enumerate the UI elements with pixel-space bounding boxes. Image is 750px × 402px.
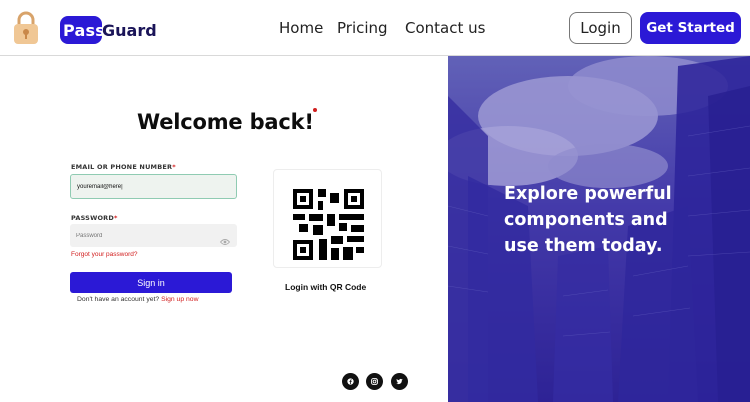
login-button[interactable]: Login — [569, 12, 632, 44]
hero-panel: Explore powerful components and use them… — [448, 56, 750, 402]
password-label-text: PASSWORD — [71, 214, 114, 222]
top-navbar: Pass Guard Home Pricing Contact us Login… — [0, 0, 750, 56]
instagram-button[interactable] — [366, 373, 383, 390]
nav-home-link[interactable]: Home — [279, 19, 323, 37]
brand-logo[interactable]: Pass Guard — [60, 16, 157, 44]
signup-prompt: Don't have an account yet? Sign up now — [77, 296, 198, 303]
email-label-text: EMAIL OR PHONE NUMBER — [71, 163, 173, 171]
login-panel: Welcome back! EMAIL OR PHONE NUMBER* PAS… — [0, 56, 448, 402]
signup-prompt-text: Don't have an account yet? — [77, 296, 160, 303]
sign-up-link[interactable]: Sign up now — [161, 296, 198, 303]
brand-name-pass: Pass — [63, 21, 105, 40]
email-field[interactable] — [70, 174, 237, 199]
hero-tagline: Explore powerful components and use them… — [504, 184, 672, 256]
brand-name-guard: Guard — [102, 21, 157, 40]
instagram-icon — [371, 378, 378, 385]
qr-code-icon — [293, 189, 364, 260]
qr-code-box[interactable] — [273, 169, 382, 268]
required-mark: * — [113, 214, 118, 222]
decorative-dot — [313, 108, 317, 112]
required-mark: * — [172, 163, 176, 171]
forgot-password-link[interactable]: Forgot your password? — [71, 251, 137, 258]
facebook-button[interactable] — [342, 373, 359, 390]
page-title: Welcome back! — [137, 110, 314, 134]
password-field-label: PASSWORD* — [71, 214, 118, 222]
twitter-icon — [396, 378, 403, 385]
padlock-logo-icon — [12, 10, 40, 46]
facebook-icon — [347, 378, 354, 385]
email-field-label: EMAIL OR PHONE NUMBER* — [71, 163, 176, 171]
password-field[interactable] — [70, 224, 237, 247]
show-password-eye-icon[interactable] — [219, 231, 231, 245]
qr-login-label: Login with QR Code — [285, 282, 367, 292]
nav-contact-link[interactable]: Contact us — [405, 19, 485, 37]
nav-pricing-link[interactable]: Pricing — [337, 19, 388, 37]
twitter-button[interactable] — [391, 373, 408, 390]
get-started-button[interactable]: Get Started — [640, 12, 741, 44]
sign-in-button[interactable]: Sign in — [70, 272, 232, 293]
